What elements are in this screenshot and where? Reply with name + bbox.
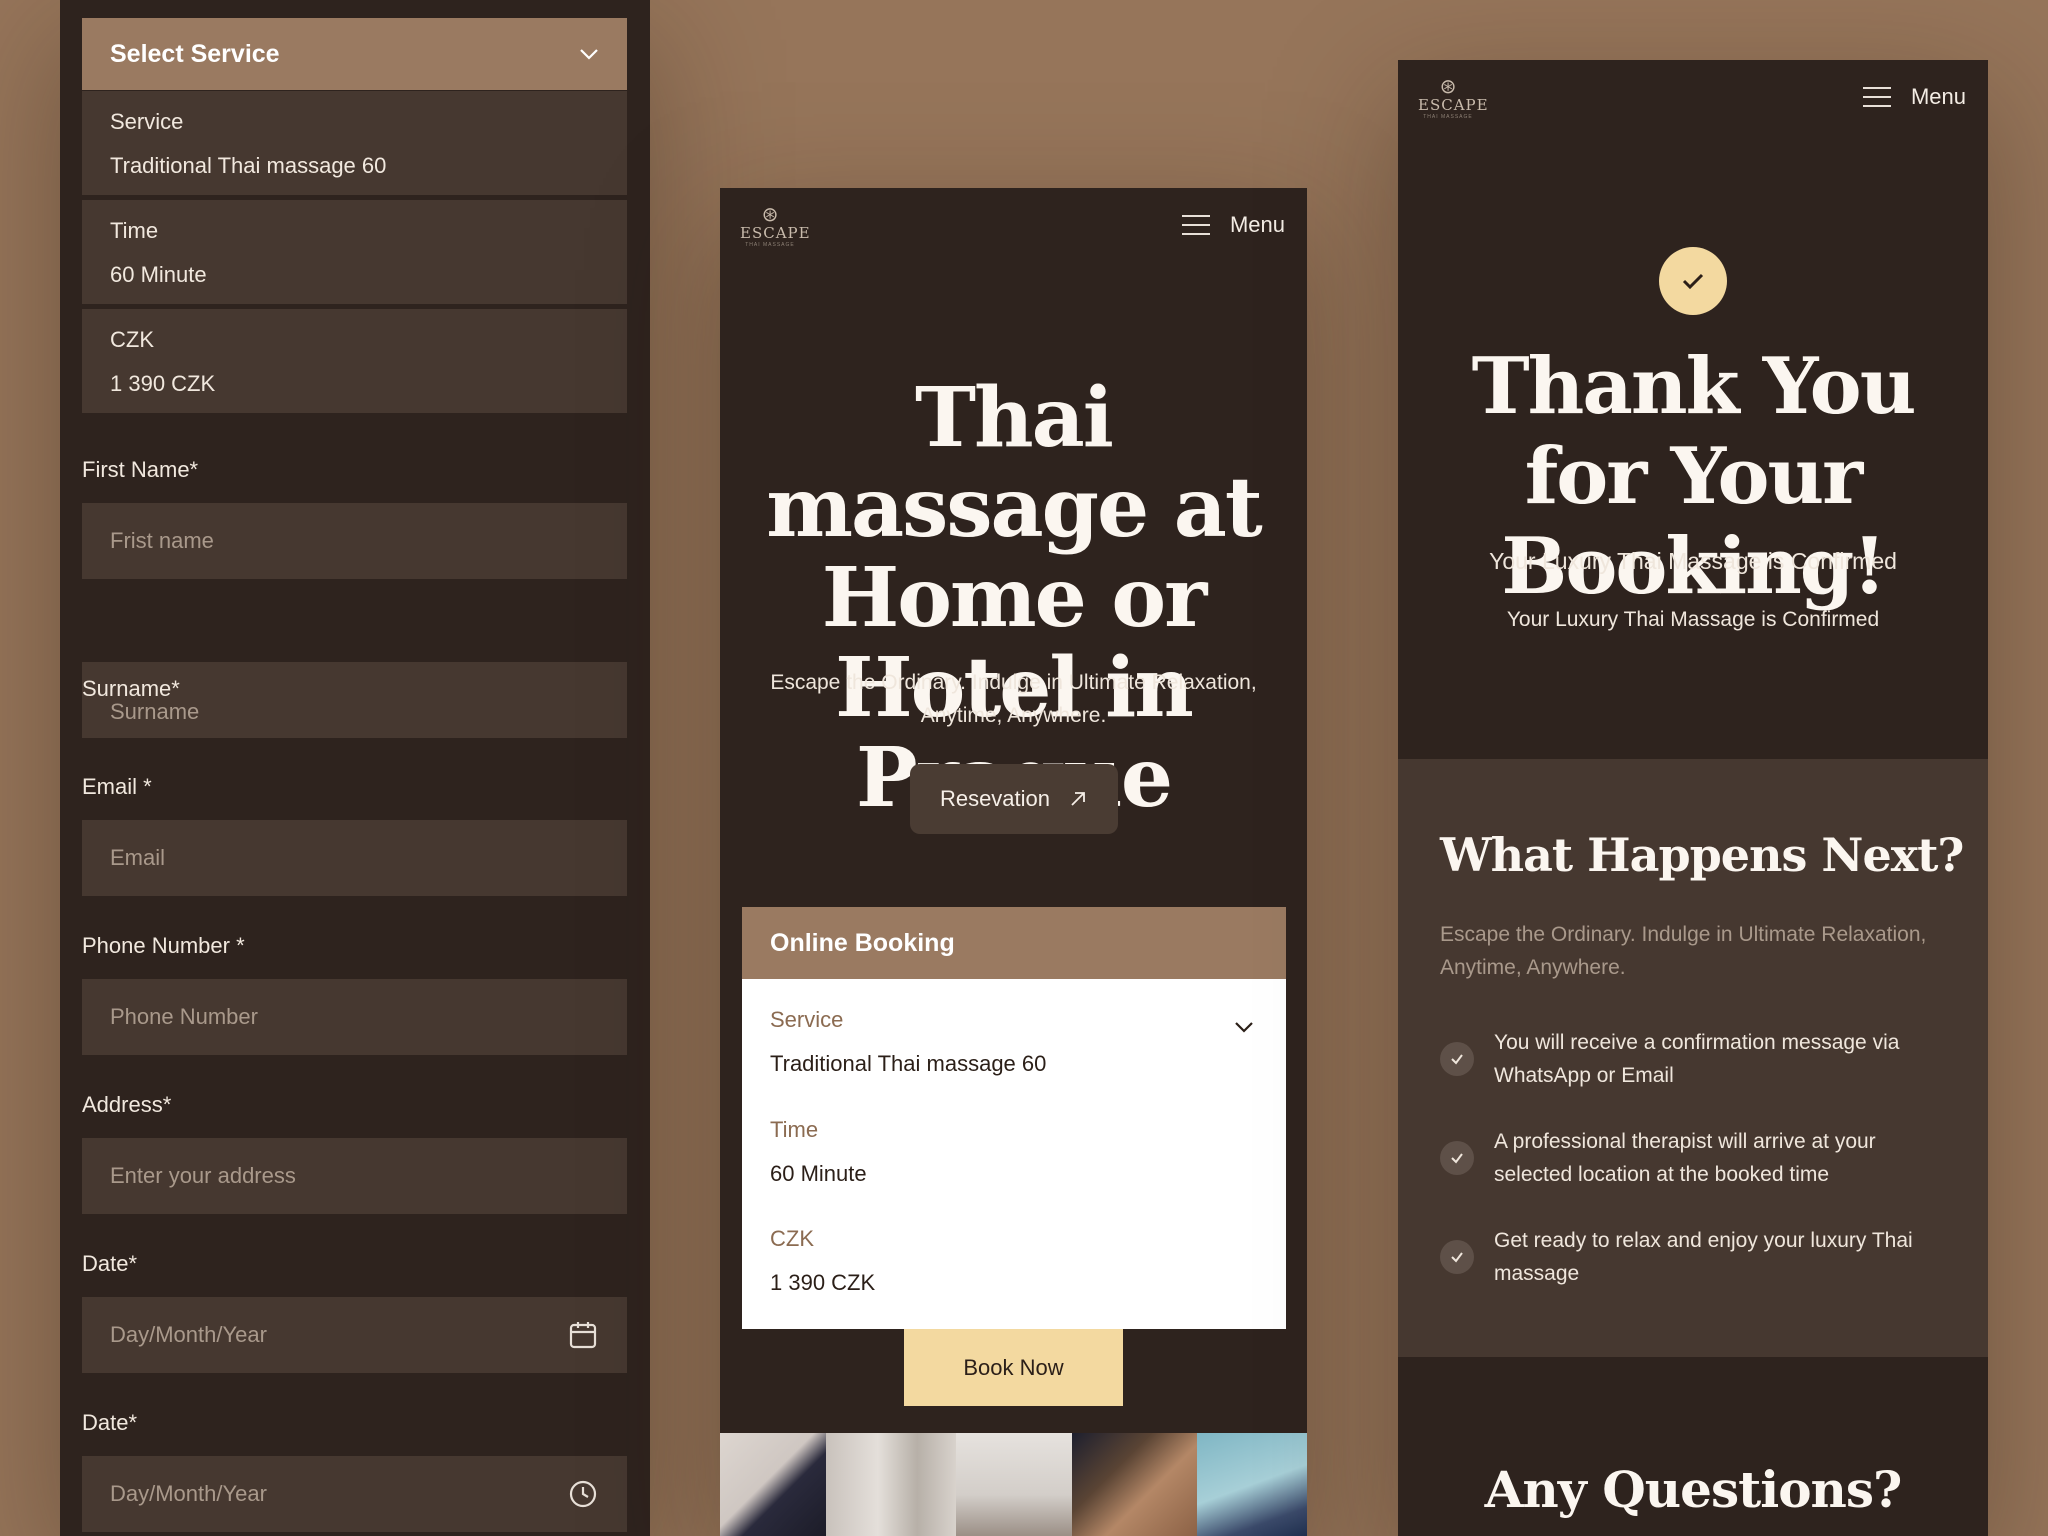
booking-label: Time xyxy=(770,1117,819,1142)
email-placeholder: Email xyxy=(110,845,166,870)
booking-form-panel: Select Service Service Traditional Thai … xyxy=(60,0,650,1536)
questions-title: Any Questions? xyxy=(1484,1460,1903,1519)
confirmation-line: Your Luxury Thai Massage is Confirmed xyxy=(1489,548,1897,574)
gallery-photo xyxy=(1197,1433,1307,1536)
arrow-up-right-icon xyxy=(1071,792,1085,806)
first-name-placeholder: Frist name xyxy=(110,528,214,553)
gallery-photo xyxy=(956,1433,1072,1536)
next-steps-subtitle: Escape the Ordinary. Indulge in Ultimate… xyxy=(1440,923,1927,979)
booking-service-row[interactable]: Service Traditional Thai massage 60 xyxy=(770,1007,1258,1077)
gallery-photo xyxy=(826,1433,956,1536)
time-placeholder: Day/Month/Year xyxy=(110,1481,267,1506)
address-field[interactable]: Enter your address xyxy=(82,1138,627,1214)
next-step-text: Get ready to relax and enjoy your luxury… xyxy=(1494,1229,1913,1285)
next-steps-title: What Happens Next? xyxy=(1440,828,1964,882)
booking-value: 60 Minute xyxy=(770,1161,867,1186)
hero-subtitle: Escape the Ordinary. Indulge in Ultimate… xyxy=(770,671,1257,727)
reservation-button[interactable]: Resevation xyxy=(910,764,1118,834)
summary-value: 60 Minute xyxy=(110,262,207,287)
first-name-field[interactable]: Frist name xyxy=(82,503,627,579)
address-placeholder: Enter your address xyxy=(110,1163,296,1188)
next-step-text: You will receive a confirmation message … xyxy=(1494,1031,1900,1087)
hamburger-icon xyxy=(1862,87,1891,107)
summary-label: Service xyxy=(110,109,184,134)
escape-logo[interactable]: ⊛ ESCAPE THAI MASSAGE xyxy=(1418,76,1489,120)
summary-label: Time xyxy=(110,218,159,243)
date-field[interactable]: Day/Month/Year xyxy=(82,1297,627,1373)
confirmation-panel: ⊛ ESCAPE THAI MASSAGE Menu Thank You for… xyxy=(1398,60,1988,1536)
email-label: Email * xyxy=(82,774,152,799)
landing-page-panel: ⊛ ESCAPE THAI MASSAGE Menu Thai massage … xyxy=(720,188,1307,1536)
booking-time-row: Time 60 Minute xyxy=(770,1117,1258,1187)
confirmation-hero: ⊛ ESCAPE THAI MASSAGE Menu Thank You for… xyxy=(1398,60,1988,759)
logo-word: ESCAPE xyxy=(1418,96,1489,114)
logo-mark-icon: ⊛ xyxy=(761,204,779,226)
reservation-label: Resevation xyxy=(939,786,1051,811)
chevron-down-icon xyxy=(580,49,598,60)
online-booking-header: Online Booking xyxy=(742,907,1286,979)
check-icon xyxy=(1440,1141,1474,1175)
escape-logo[interactable]: ⊛ ESCAPE THAI MASSAGE xyxy=(740,204,811,248)
next-step-item: Get ready to relax and enjoy your luxury… xyxy=(1440,1224,1940,1290)
book-now-button[interactable]: Book Now xyxy=(904,1329,1123,1406)
time-label: Date* xyxy=(82,1410,138,1435)
phone-label: Phone Number * xyxy=(82,933,245,958)
address-label: Address* xyxy=(82,1092,172,1117)
select-service-dropdown[interactable]: Select Service xyxy=(82,18,627,90)
menu-label: Menu xyxy=(1910,84,1966,109)
time-field[interactable]: Day/Month/Year xyxy=(82,1456,627,1532)
next-step-text: A professional therapist will arrive at … xyxy=(1494,1130,1876,1186)
select-service-label: Select Service xyxy=(110,39,280,68)
logo-word: ESCAPE xyxy=(740,224,811,242)
surname-placeholder: Surname xyxy=(110,699,200,724)
book-now-label: Book Now xyxy=(963,1354,1064,1380)
calendar-icon[interactable] xyxy=(567,1319,599,1351)
confirmation-line-secondary: Your Luxury Thai Massage is Confirmed xyxy=(1506,608,1880,631)
summary-price: CZK 1 390 CZK xyxy=(82,309,627,413)
check-icon xyxy=(1440,1240,1474,1274)
menu-label: Menu xyxy=(1229,212,1285,237)
summary-value: 1 390 CZK xyxy=(110,371,216,396)
booking-label: CZK xyxy=(770,1226,814,1251)
summary-value: Traditional Thai massage 60 xyxy=(110,153,387,178)
gallery-photo xyxy=(1072,1433,1197,1536)
phone-field[interactable]: Phone Number xyxy=(82,979,627,1055)
logo-tagline: THAI MASSAGE xyxy=(1423,114,1473,120)
logo-mark-icon: ⊛ xyxy=(1439,76,1457,98)
next-step-item: A professional therapist will arrive at … xyxy=(1440,1125,1940,1191)
photo-strip xyxy=(720,1433,1307,1536)
menu-button[interactable]: Menu xyxy=(1181,212,1285,238)
gallery-photo xyxy=(720,1433,826,1536)
date-label: Date* xyxy=(82,1251,138,1276)
next-step-item: You will receive a confirmation message … xyxy=(1440,1026,1940,1092)
hamburger-icon xyxy=(1181,215,1210,235)
booking-value: 1 390 CZK xyxy=(770,1270,876,1295)
email-field[interactable]: Email xyxy=(82,820,627,896)
phone-placeholder: Phone Number xyxy=(110,1004,258,1029)
summary-time: Time 60 Minute xyxy=(82,200,627,304)
booking-value: Traditional Thai massage 60 xyxy=(770,1051,1047,1076)
hero-title: Thai massage at Home or Hotel in Prague xyxy=(766,370,1262,823)
clock-icon[interactable] xyxy=(567,1478,599,1510)
summary-label: CZK xyxy=(110,327,154,352)
check-icon xyxy=(1440,1042,1474,1076)
online-booking-card: Service Traditional Thai massage 60 Time… xyxy=(742,979,1286,1329)
first-name-label: First Name* xyxy=(82,457,199,482)
booking-price-row: CZK 1 390 CZK xyxy=(770,1226,1258,1296)
booking-label: Service xyxy=(770,1007,844,1032)
surname-label: Surname* xyxy=(82,676,180,701)
summary-service: Service Traditional Thai massage 60 xyxy=(82,91,627,195)
menu-button[interactable]: Menu xyxy=(1862,84,1966,110)
online-booking-title: Online Booking xyxy=(770,928,955,957)
logo-tagline: THAI MASSAGE xyxy=(745,242,795,248)
date-placeholder: Day/Month/Year xyxy=(110,1322,267,1347)
success-check-icon xyxy=(1659,247,1727,315)
